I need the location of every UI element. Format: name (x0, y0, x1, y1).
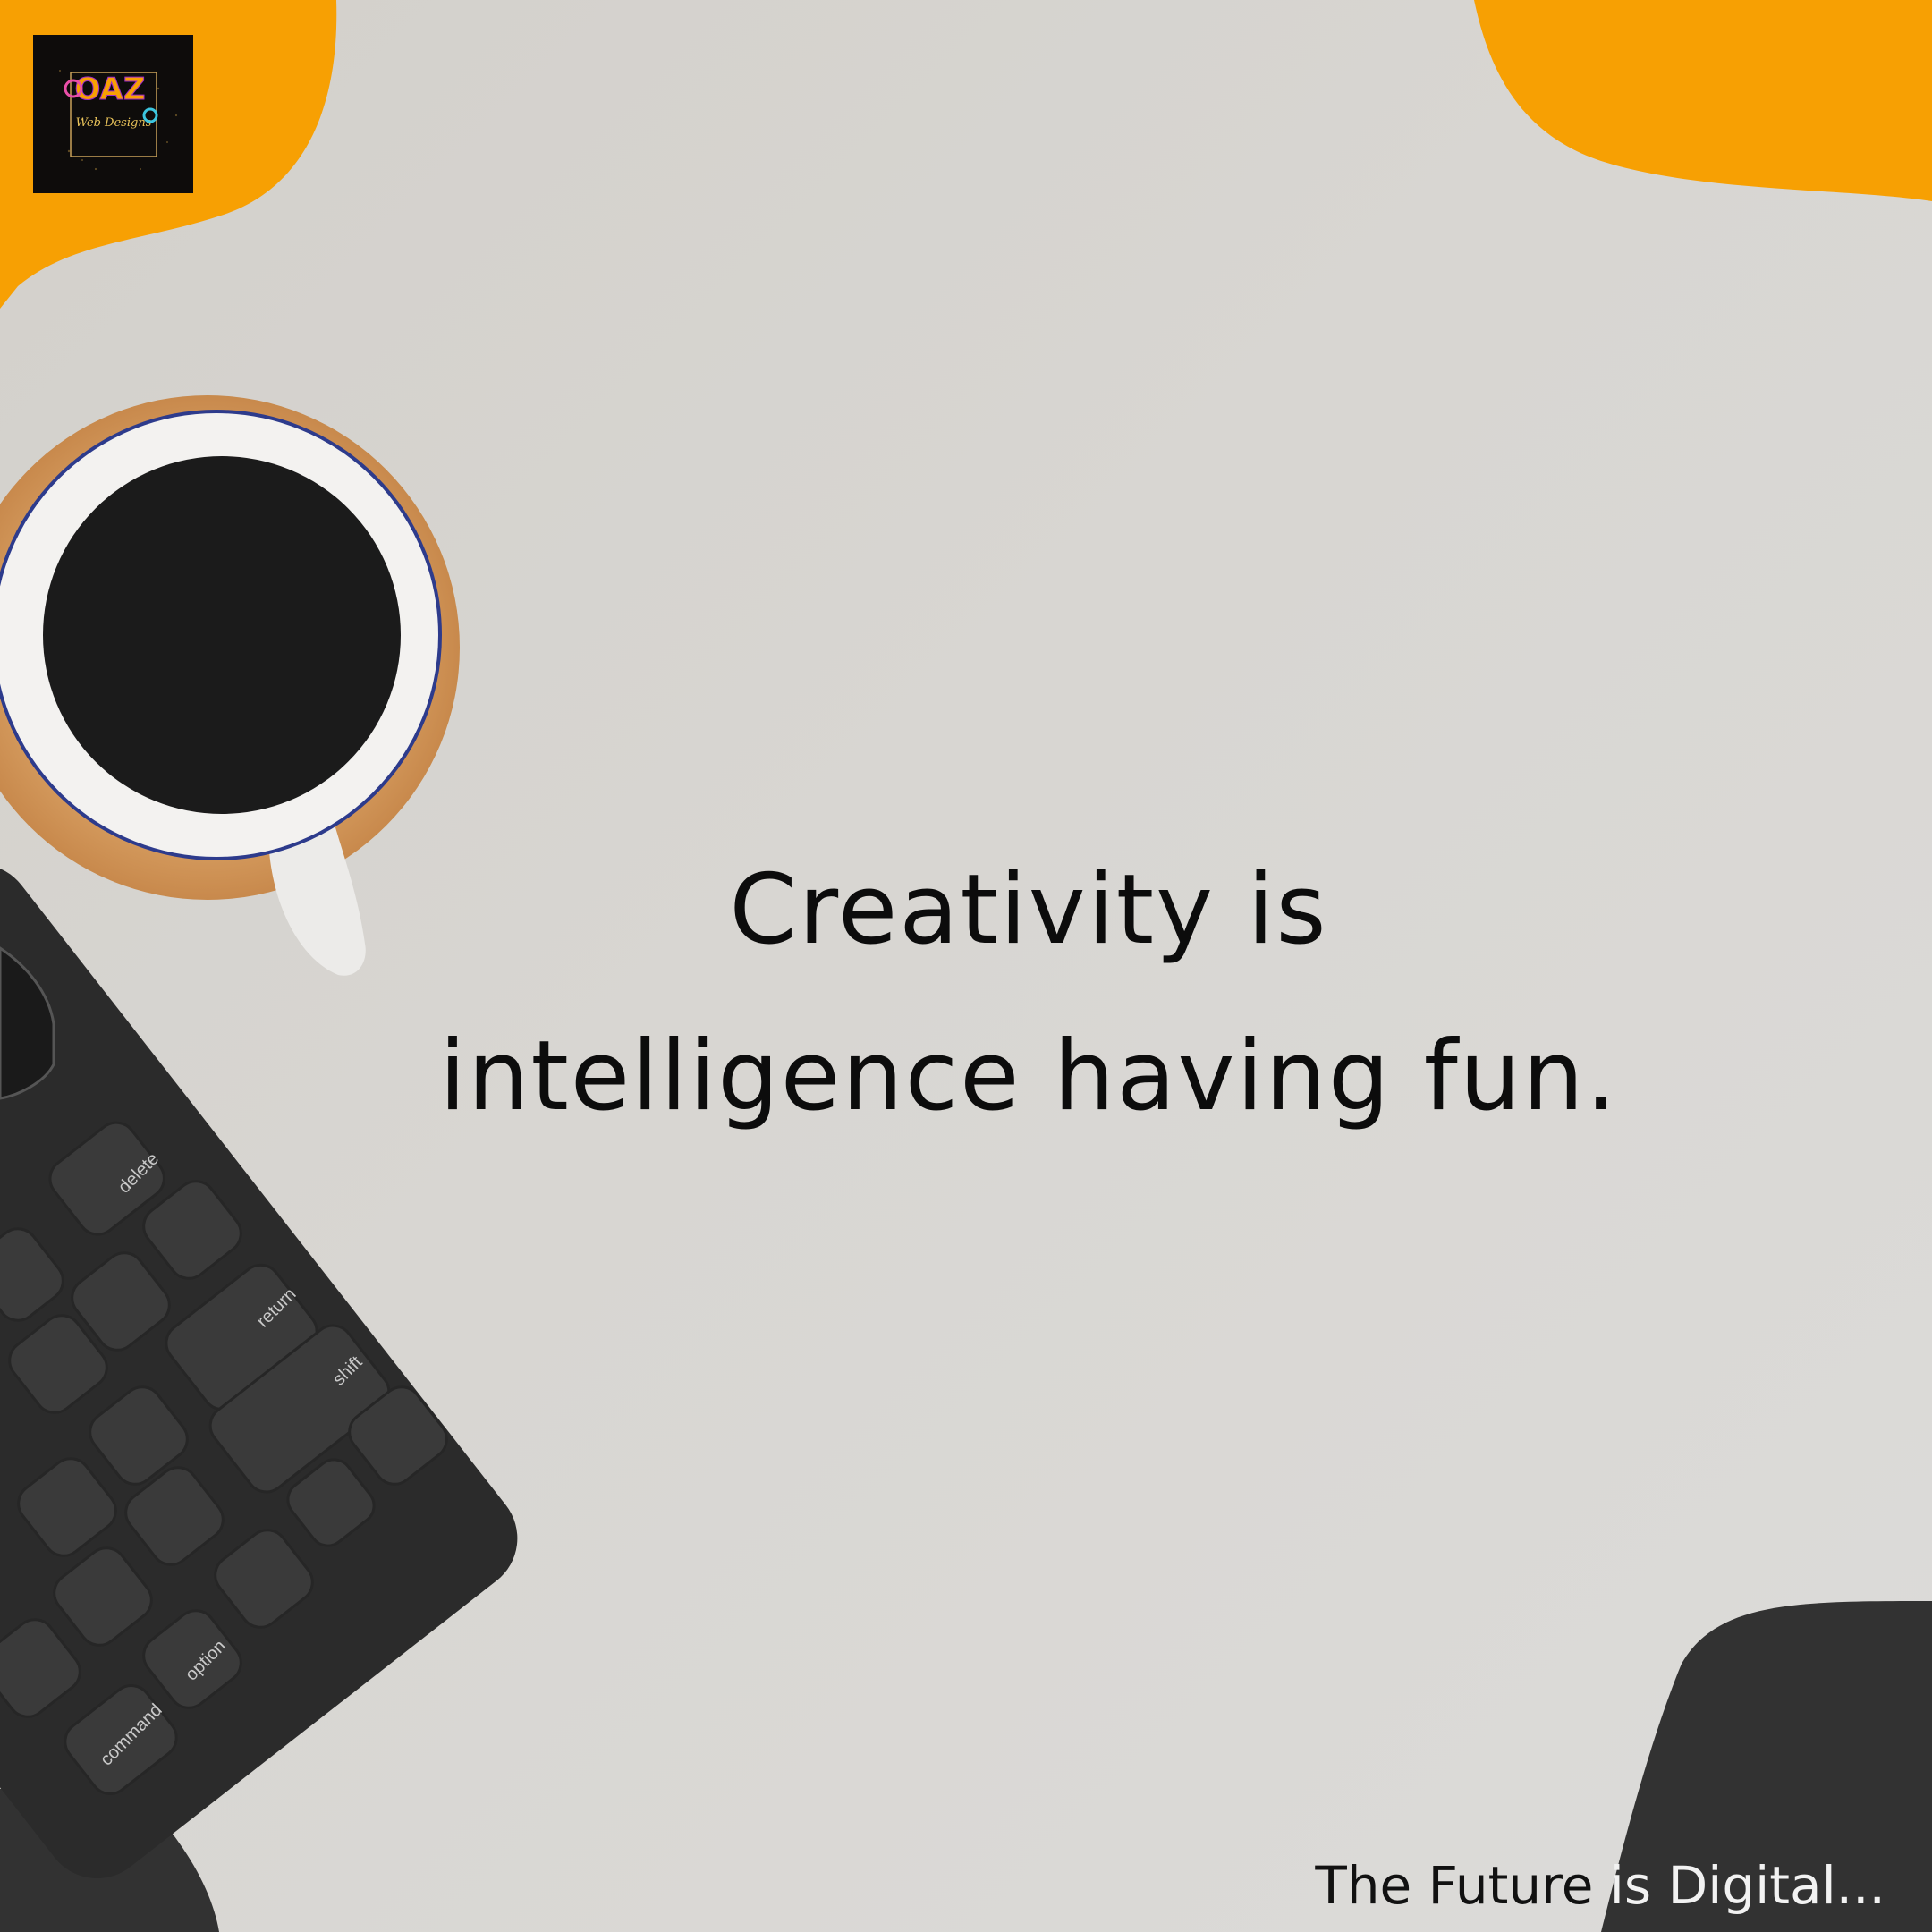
logo-icon: OAZ Web Designs (59, 70, 178, 171)
quote-line-1: Creativity is (729, 854, 1328, 966)
brand-logo: OAZ Web Designs (33, 35, 193, 193)
social-post-canvas: delete return shift option command OAZ W… (0, 0, 1932, 1932)
logo-text: OAZ (75, 72, 146, 107)
tagline-part-1: The Future (1315, 1855, 1594, 1916)
logo-subtext: Web Designs (76, 116, 152, 130)
quote-text: Creativity is intelligence having fun. (268, 827, 1789, 1160)
tagline: The Future is Digital... (1315, 1850, 1885, 1921)
tagline-part-2: is Digital... (1593, 1855, 1885, 1916)
quote-line-2: intelligence having fun. (438, 1021, 1618, 1132)
